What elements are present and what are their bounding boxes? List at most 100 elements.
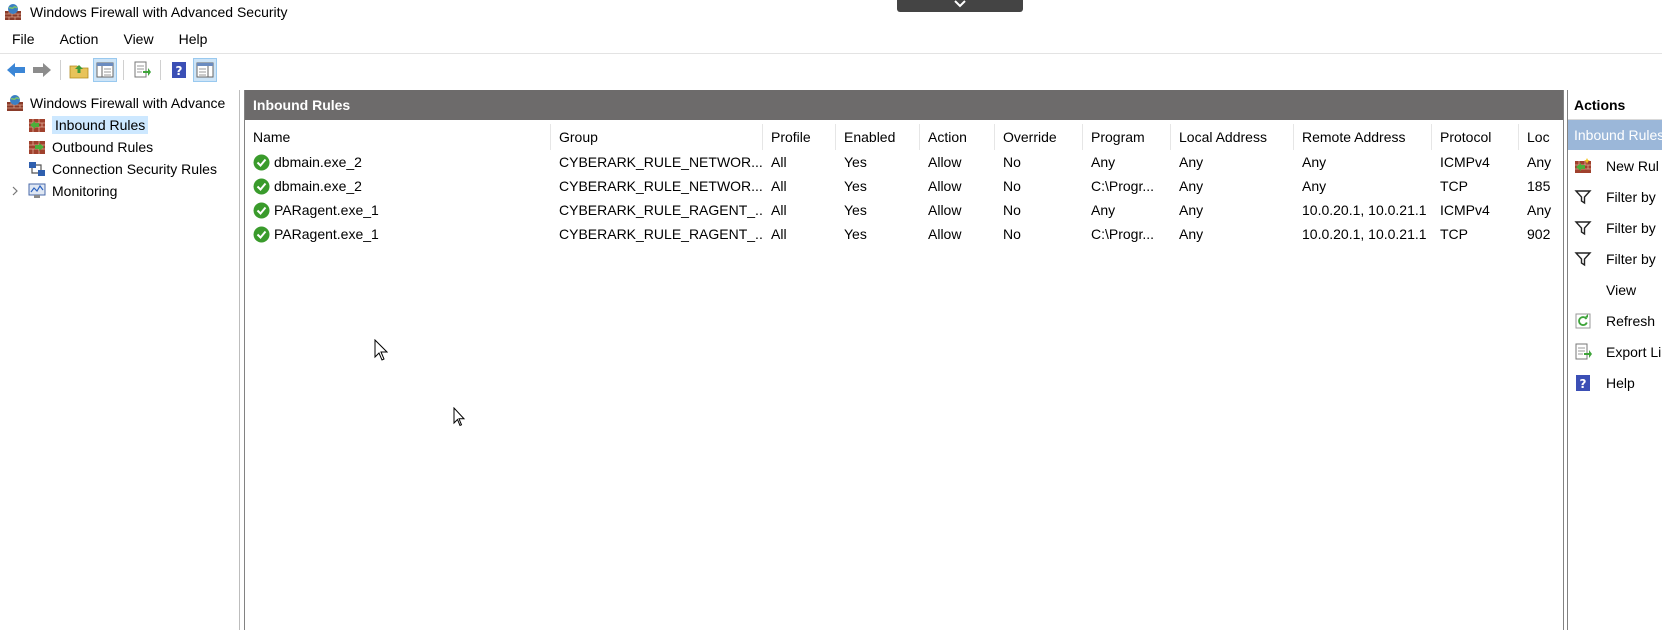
cell-enabled: Yes (844, 154, 867, 170)
menu-bar: File Action View Help (0, 28, 220, 50)
tree-item-label: Connection Security Rules (52, 161, 217, 177)
tree-item-monitoring[interactable]: Monitoring (28, 180, 117, 202)
cell-profile: All (771, 178, 787, 194)
column-header-override[interactable]: Override (995, 124, 1083, 150)
tree-item-label: Monitoring (52, 183, 118, 199)
action-new-rule[interactable]: New Rul (1568, 150, 1662, 181)
mouse-cursor-icon (374, 339, 388, 361)
cell-enabled: Yes (844, 202, 867, 218)
action-label: Filter by (1606, 250, 1656, 267)
actions-section-inbound-rules[interactable]: Inbound Rules (1568, 120, 1662, 150)
cell-remote-address: 10.0.20.1, 10.0.21.1 (1302, 202, 1427, 218)
tree-root-firewall[interactable]: Windows Firewall with Advance (6, 92, 225, 114)
title-bar: Windows Firewall with Advanced Security (0, 0, 1662, 24)
connection-security-icon (29, 162, 45, 176)
filter-icon (1574, 189, 1592, 204)
export-list-button[interactable] (130, 58, 154, 82)
column-header-action[interactable]: Action (920, 124, 995, 150)
menu-action[interactable]: Action (48, 31, 112, 47)
cell-name: PARagent.exe_1 (245, 198, 551, 222)
monitoring-icon (28, 183, 46, 198)
action-refresh[interactable]: Refresh (1568, 305, 1662, 336)
forward-icon (33, 63, 51, 77)
column-header-enabled[interactable]: Enabled (836, 124, 920, 150)
cell-name: dbmain.exe_2 (245, 150, 551, 174)
cell-action: Allow (928, 154, 962, 170)
show-hide-action-pane-icon (196, 62, 214, 78)
outbound-rules-icon (29, 141, 45, 154)
results-pane: Inbound Rules Name Group Profile Enabled… (244, 90, 1564, 630)
cell-program: Any (1091, 202, 1116, 218)
column-header-profile[interactable]: Profile (763, 124, 836, 150)
cell-profile: All (771, 226, 787, 242)
cell-action: Allow (928, 178, 962, 194)
action-filter-by-profile[interactable]: Filter by (1568, 181, 1662, 212)
console-tree-pane: Windows Firewall with Advance Inbound Ru… (0, 90, 240, 630)
table-row[interactable]: dbmain.exe_2 CYBERARK_RULE_NETWOR... All… (245, 174, 1563, 198)
cell-program: C:\Progr... (1091, 226, 1155, 242)
cell-local-address: Any (1179, 178, 1204, 194)
action-view[interactable]: View (1568, 274, 1662, 305)
table-row[interactable]: PARagent.exe_1 CYBERARK_RULE_RAGENT_... … (245, 198, 1563, 222)
help-button[interactable]: ? (167, 58, 191, 82)
up-one-level-button[interactable] (67, 58, 91, 82)
menu-help[interactable]: Help (167, 31, 221, 47)
menu-file[interactable]: File (0, 31, 48, 47)
results-pane-title: Inbound Rules (253, 97, 351, 113)
column-header-program[interactable]: Program (1083, 124, 1171, 150)
cell-local-port: Any (1527, 154, 1552, 170)
rule-name: dbmain.exe_2 (274, 178, 362, 194)
toolbar-separator (160, 60, 161, 80)
cell-protocol: TCP (1440, 178, 1468, 194)
cell-override: No (1003, 226, 1021, 242)
tree-item-label: Outbound Rules (52, 139, 154, 155)
cell-local-port: 902 (1527, 226, 1551, 242)
column-header-local-port[interactable]: Loc (1519, 124, 1563, 150)
cell-action: Allow (928, 226, 962, 242)
back-icon (7, 63, 25, 77)
back-button[interactable] (4, 58, 28, 82)
remote-session-dropdown-tab[interactable] (897, 0, 1023, 12)
column-header-local-address[interactable]: Local Address (1171, 124, 1294, 150)
actions-pane: Actions Inbound Rules New Rul Filter by … (1567, 90, 1662, 630)
cell-group: CYBERARK_RULE_NETWOR... (559, 154, 763, 170)
chevron-right-icon[interactable] (10, 186, 20, 196)
show-hide-console-tree-button[interactable] (93, 58, 117, 82)
action-label: View (1606, 281, 1637, 298)
results-pane-header: Inbound Rules (245, 90, 1563, 120)
cell-protocol: TCP (1440, 226, 1468, 242)
table-row[interactable]: dbmain.exe_2 CYBERARK_RULE_NETWOR... All… (245, 150, 1563, 174)
tree-item-connection-security-rules[interactable]: Connection Security Rules (28, 158, 217, 180)
action-label: Export Li (1606, 343, 1662, 360)
table-row[interactable]: PARagent.exe_1 CYBERARK_RULE_RAGENT_... … (245, 222, 1563, 246)
tree-item-inbound-rules[interactable]: Inbound Rules (28, 114, 149, 136)
column-header-name[interactable]: Name (245, 124, 551, 150)
show-hide-action-pane-button[interactable] (193, 58, 217, 82)
column-header-remote-address[interactable]: Remote Address (1294, 124, 1432, 150)
cell-override: No (1003, 202, 1021, 218)
menu-view[interactable]: View (111, 31, 166, 47)
tree-item-outbound-rules[interactable]: Outbound Rules (28, 136, 153, 158)
action-help[interactable]: ? Help (1568, 367, 1662, 398)
tree-item-label: Inbound Rules (52, 116, 149, 134)
cell-override: No (1003, 154, 1021, 170)
cell-remote-address: Any (1302, 154, 1327, 170)
cell-remote-address: Any (1302, 178, 1327, 194)
cell-name: PARagent.exe_1 (245, 222, 551, 246)
column-header-group[interactable]: Group (551, 124, 763, 150)
action-export-list[interactable]: Export Li (1568, 336, 1662, 367)
action-label: Filter by (1606, 219, 1656, 236)
forward-button[interactable] (30, 58, 54, 82)
cell-group: CYBERARK_RULE_NETWOR... (559, 178, 763, 194)
action-label: Help (1606, 374, 1635, 391)
help-icon: ? (172, 62, 186, 78)
toolbar: ? (0, 57, 219, 83)
svg-text:?: ? (176, 64, 183, 78)
actions-pane-title: Actions (1568, 90, 1662, 120)
action-label: Filter by (1606, 188, 1656, 205)
column-header-protocol[interactable]: Protocol (1432, 124, 1519, 150)
action-filter-by-group[interactable]: Filter by (1568, 243, 1662, 274)
rule-name: dbmain.exe_2 (274, 154, 362, 170)
action-filter-by-state[interactable]: Filter by (1568, 212, 1662, 243)
toolbar-divider (0, 53, 1662, 54)
